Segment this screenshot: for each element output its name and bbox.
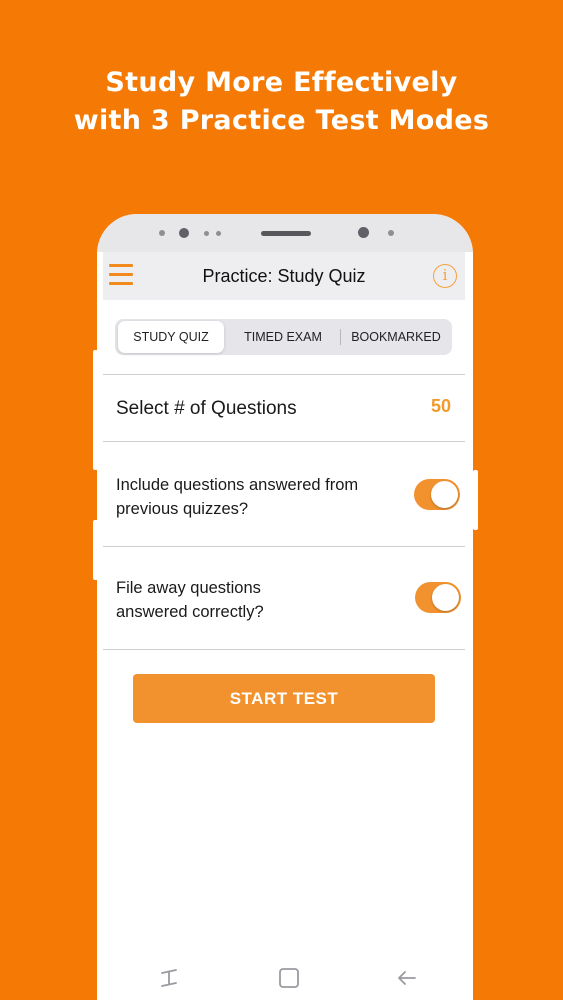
toggle-knob: [432, 584, 459, 611]
tab-study-quiz[interactable]: STUDY QUIZ: [118, 321, 224, 353]
phone-top-bezel: [97, 214, 473, 252]
divider: [103, 649, 465, 650]
file-away-toggle[interactable]: [415, 582, 461, 613]
include-previous-toggle[interactable]: [414, 479, 460, 510]
info-circle-icon[interactable]: i: [433, 264, 457, 288]
promo-headline: Study More Effectively with 3 Practice T…: [0, 64, 563, 140]
question-count-label: Select # of Questions: [116, 398, 297, 419]
divider: [103, 441, 465, 442]
file-away-label-line1: File away questions: [116, 579, 261, 597]
include-previous-label: Include questions answered from previous…: [116, 473, 358, 521]
file-away-label: File away questions answered correctly?: [116, 576, 264, 624]
divider: [103, 374, 465, 375]
app-header: Practice: Study Quiz i: [103, 252, 465, 300]
earpiece-speaker: [261, 231, 311, 236]
home-icon[interactable]: [277, 966, 301, 990]
phone-side-button-right: [473, 470, 478, 530]
divider: [103, 546, 465, 547]
include-previous-label-line2: previous quizzes?: [116, 500, 249, 518]
sensor-dot: [216, 231, 221, 236]
promo-line-2: with 3 Practice Test Modes: [73, 105, 490, 136]
sensor-dot: [159, 230, 165, 236]
file-away-label-line2: answered correctly?: [116, 603, 264, 621]
tab-bookmarked[interactable]: BOOKMARKED: [341, 321, 451, 353]
front-camera-icon: [179, 228, 189, 238]
page-title: Practice: Study Quiz: [202, 266, 366, 286]
iris-camera-icon: [358, 227, 369, 238]
mode-segmented-control: STUDY QUIZ TIMED EXAM BOOKMARKED: [115, 319, 452, 355]
question-count-value[interactable]: 50: [431, 396, 451, 417]
back-icon[interactable]: [395, 966, 419, 990]
include-previous-label-line1: Include questions answered from: [116, 476, 359, 494]
promo-line-1: Study More Effectively: [105, 67, 458, 98]
sensor-dot: [388, 230, 394, 236]
sensor-dot: [204, 231, 209, 236]
phone-frame: Practice: Study Quiz i STUDY QUIZ TIMED …: [97, 214, 473, 1000]
toggle-knob: [431, 481, 458, 508]
start-test-button[interactable]: START TEST: [133, 674, 435, 723]
tab-timed-exam[interactable]: TIMED EXAM: [227, 321, 339, 353]
recent-apps-icon[interactable]: [157, 966, 181, 990]
